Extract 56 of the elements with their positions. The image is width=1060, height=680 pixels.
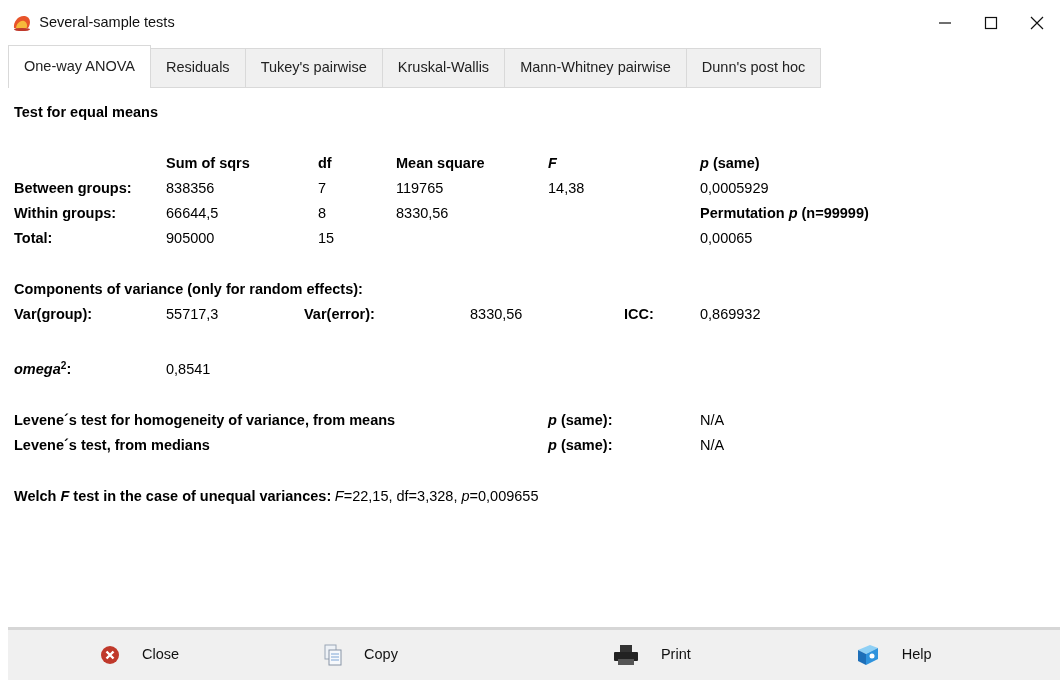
welch-label: Welch F test in the case of unequal variances:: [14, 487, 332, 506]
close-icon: [100, 645, 120, 665]
table-cell: 66644,5: [166, 205, 219, 221]
documents-icon: [324, 644, 343, 666]
column-header: F: [548, 155, 557, 171]
table-cell: 8330,56: [396, 205, 449, 221]
table-cell: 15: [318, 230, 335, 246]
variance-label: Var(group):: [14, 305, 94, 324]
table-cell: 14,38: [548, 180, 585, 196]
welch-result: F=22,15, df=3,328, p=0,009655: [334, 487, 539, 506]
tab[interactable]: Residuals: [150, 48, 246, 88]
row-label: Within groups:: [14, 204, 118, 223]
tab[interactable]: Tukey's pairwise: [245, 48, 383, 88]
window-title: Several-sample tests: [39, 12, 176, 32]
table-cell: 0,00065: [700, 230, 753, 246]
section-heading: Test for equal means: [14, 103, 159, 122]
p-label: p (same):: [548, 411, 614, 430]
table-cell: 7: [318, 180, 327, 196]
maximize-icon: [984, 15, 998, 30]
close-button[interactable]: Close: [100, 644, 180, 666]
table-cell: 0,0005929: [700, 180, 769, 196]
levene-label: Levene´s test for homogeneity of variance, from means: [14, 411, 397, 430]
p-label: p (same):: [548, 436, 614, 455]
table-cell: 8: [318, 205, 327, 221]
minimize-icon: [938, 21, 952, 24]
column-header: Mean square: [396, 155, 485, 171]
levene-label: Levene´s test, from medians: [14, 436, 211, 455]
row-label: Total:: [14, 229, 54, 248]
tab[interactable]: Mann-Whitney pairwise: [505, 48, 687, 88]
variance-value: 0,869932: [700, 305, 762, 324]
table-cell: 905000: [166, 230, 215, 246]
variance-value: 8330,56: [470, 305, 524, 324]
variance-value: 55717,3: [166, 305, 220, 324]
permutation-label: Permutation p (n=99999): [700, 205, 869, 221]
column-header: p (same): [700, 155, 760, 171]
levene-value: N/A: [700, 411, 726, 430]
tab[interactable]: One-way ANOVA: [8, 45, 151, 88]
column-header: Sum of sqrs: [166, 155, 250, 171]
omega-label: omega$^{2}$:: [14, 358, 73, 379]
print-button[interactable]: Print: [612, 644, 691, 666]
tab[interactable]: Dunn's post hoc: [686, 48, 822, 88]
levene-value: N/A: [700, 436, 726, 455]
column-header: df: [318, 155, 332, 171]
variance-label: Var(error):: [304, 305, 376, 324]
copy-button[interactable]: Copy: [324, 644, 398, 666]
tab[interactable]: Kruskal-Wallis: [382, 48, 506, 88]
app-icon: [12, 13, 32, 32]
table-cell: 119765: [396, 180, 444, 196]
printer-icon: [612, 644, 639, 666]
close-icon: [1030, 15, 1044, 30]
omega-value: 0,8541: [166, 360, 212, 379]
table-cell: 838356: [166, 180, 215, 196]
help-button[interactable]: Help: [855, 644, 932, 666]
row-label: Between groups:: [14, 179, 133, 198]
variance-label: ICC:: [624, 305, 655, 324]
section-heading: Components of variance (only for random effects):: [14, 280, 364, 299]
